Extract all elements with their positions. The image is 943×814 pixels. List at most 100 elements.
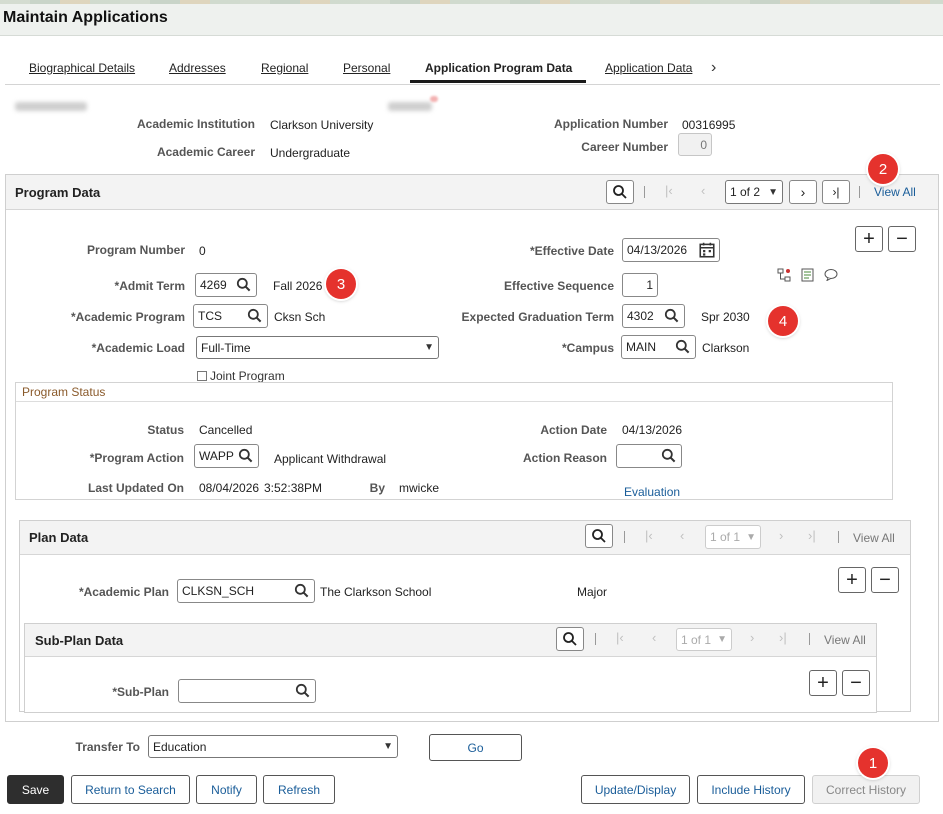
effective-sequence-label: Effective Sequence xyxy=(503,279,614,293)
subplan-input[interactable] xyxy=(178,679,316,703)
joint-program-label: Joint Program xyxy=(210,369,285,383)
subplan-pager-select: 1 of 1 ▼ xyxy=(676,628,732,651)
tab-addresses[interactable]: Addresses xyxy=(169,61,226,75)
subplan-view-all: View All xyxy=(824,633,866,647)
tab-application-program-data[interactable]: Application Program Data xyxy=(425,61,572,75)
tab-application-data[interactable]: Application Data xyxy=(605,61,692,75)
tabs-next-chevron-icon[interactable]: › xyxy=(711,59,716,77)
delete-plan-button[interactable]: − xyxy=(871,567,899,593)
search-icon[interactable] xyxy=(246,307,264,325)
academic-plan-input[interactable]: CLKSN_SCH xyxy=(177,579,315,603)
org-chart-icon[interactable] xyxy=(777,268,791,282)
notes-icon[interactable] xyxy=(801,268,814,282)
divider xyxy=(595,633,596,645)
calendar-icon[interactable] xyxy=(698,241,716,259)
add-plan-button[interactable]: + xyxy=(838,567,866,593)
divider xyxy=(859,186,860,198)
delete-subplan-button[interactable]: − xyxy=(842,670,870,696)
tab-biographical-details[interactable]: Biographical Details xyxy=(29,61,135,75)
evaluation-link[interactable]: Evaluation xyxy=(624,485,680,499)
program-action-description: Applicant Withdrawal xyxy=(274,452,387,466)
search-icon xyxy=(591,528,607,544)
program-data-title: Program Data xyxy=(15,185,101,200)
divider xyxy=(644,186,645,198)
plan-data-header xyxy=(20,521,910,555)
refresh-button[interactable]: Refresh xyxy=(263,775,335,804)
search-icon xyxy=(612,184,628,200)
add-row-button[interactable]: + xyxy=(855,226,883,252)
effective-date-input[interactable]: 04/13/2026 xyxy=(622,238,720,262)
admit-term-value: 4269 xyxy=(200,278,227,292)
transfer-to-select[interactable]: Education ▼ xyxy=(148,735,398,758)
chevron-down-icon: ▼ xyxy=(768,186,778,198)
return-to-search-button[interactable]: Return to Search xyxy=(71,775,190,804)
search-icon[interactable] xyxy=(237,447,255,465)
effective-sequence-input[interactable]: 1 xyxy=(622,273,658,297)
next-page-button[interactable]: › xyxy=(789,180,817,204)
admit-term-input[interactable]: 4269 xyxy=(195,273,257,297)
transfer-to-label: Transfer To xyxy=(75,740,140,754)
academic-plan-label: *Academic Plan xyxy=(78,585,169,599)
effective-date-value: 04/13/2026 xyxy=(627,243,688,257)
delete-row-button[interactable]: − xyxy=(888,226,916,252)
academic-career-label: Academic Career xyxy=(156,145,255,159)
first-page-icon: |‹ xyxy=(665,183,673,198)
admit-term-label: *Admit Term xyxy=(114,279,185,293)
program-pager-select[interactable]: 1 of 2 ▼ xyxy=(725,180,783,204)
tab-regional[interactable]: Regional xyxy=(261,61,308,75)
academic-load-select[interactable]: Full-Time ▼ xyxy=(196,336,439,359)
search-icon[interactable] xyxy=(663,307,681,325)
joint-program-checkbox-row[interactable]: Joint Program xyxy=(197,369,285,383)
plan-pager-value: 1 of 1 xyxy=(710,530,741,544)
annotation-marker-2: 2 xyxy=(868,154,898,184)
search-icon[interactable] xyxy=(674,338,692,356)
academic-load-label: *Academic Load xyxy=(91,341,185,355)
comments-icon[interactable] xyxy=(824,268,838,281)
academic-institution-label: Academic Institution xyxy=(136,117,255,131)
campus-input[interactable]: MAIN xyxy=(621,335,696,359)
search-icon[interactable] xyxy=(293,582,311,600)
action-date-label: Action Date xyxy=(540,423,607,437)
action-date-value: 04/13/2026 xyxy=(622,423,683,437)
program-find-button[interactable] xyxy=(606,180,634,204)
transfer-to-value: Education xyxy=(153,739,207,754)
program-view-all-link[interactable]: View All xyxy=(874,185,916,199)
effective-date-label: *Effective Date xyxy=(529,244,614,258)
search-icon xyxy=(562,631,578,647)
last-page-icon: ›| xyxy=(832,185,840,199)
search-icon[interactable] xyxy=(235,276,253,294)
last-page-icon: ›| xyxy=(779,630,787,645)
expected-graduation-term-input[interactable]: 4302 xyxy=(622,304,685,328)
career-number-label: Career Number xyxy=(581,140,668,154)
go-button[interactable]: Go xyxy=(429,734,522,761)
search-icon[interactable] xyxy=(660,447,678,465)
plan-find-button[interactable] xyxy=(585,524,613,548)
tab-personal[interactable]: Personal xyxy=(343,61,390,75)
last-updated-time: 3:52:38PM xyxy=(264,481,323,495)
program-action-input[interactable]: WAPP xyxy=(194,444,259,468)
previous-page-icon: ‹ xyxy=(652,630,657,645)
academic-career-value: Undergraduate xyxy=(270,146,351,160)
status-label: Status xyxy=(147,423,184,437)
add-subplan-button[interactable]: + xyxy=(809,670,837,696)
expected-graduation-term-description: Spr 2030 xyxy=(701,310,750,324)
career-number-field: 0 xyxy=(678,133,712,156)
save-button[interactable]: Save xyxy=(7,775,64,804)
annotation-marker-3: 3 xyxy=(326,269,356,299)
program-action-label: *Program Action xyxy=(89,451,184,465)
admit-term-description: Fall 2026 xyxy=(273,279,323,293)
page-title: Maintain Applications xyxy=(3,9,168,26)
subplan-find-button[interactable] xyxy=(556,627,584,651)
include-history-button[interactable]: Include History xyxy=(697,775,805,804)
application-number-value: 00316995 xyxy=(682,118,736,132)
search-icon[interactable] xyxy=(294,682,312,700)
last-page-button[interactable]: ›| xyxy=(822,180,850,204)
plan-type-value: Major xyxy=(577,585,608,599)
notify-button[interactable]: Notify xyxy=(196,775,257,804)
academic-program-input[interactable]: TCS xyxy=(193,304,268,328)
update-display-button[interactable]: Update/Display xyxy=(581,775,690,804)
academic-plan-value: CLKSN_SCH xyxy=(182,584,255,598)
action-reason-input[interactable] xyxy=(616,444,682,468)
program-number-label: Program Number xyxy=(86,243,185,257)
joint-program-checkbox[interactable] xyxy=(197,371,207,381)
